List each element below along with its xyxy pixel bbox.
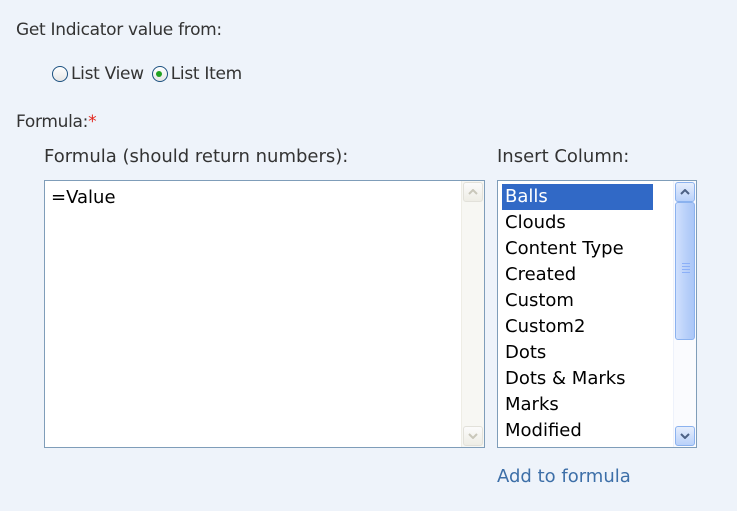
list-item[interactable]: Marks — [502, 392, 559, 418]
list-item[interactable]: Custom2 — [502, 314, 585, 340]
radio-list-view[interactable]: List View — [52, 64, 144, 84]
scroll-up-arrow-icon[interactable] — [675, 182, 695, 202]
list-item[interactable]: Content Type — [502, 236, 624, 262]
insert-column-listbox[interactable]: Balls Clouds Content Type Created Custom… — [497, 180, 697, 448]
list-item[interactable]: Dots — [502, 340, 546, 366]
radio-selected-icon[interactable] — [151, 66, 168, 82]
insert-column-header: Insert Column: — [497, 146, 630, 167]
list-item[interactable]: Dots & Marks — [502, 366, 626, 392]
formula-textarea[interactable]: =Value — [44, 180, 485, 448]
indicator-source-radio-group: List View List Item — [52, 64, 250, 84]
scroll-down-arrow-icon[interactable] — [463, 426, 483, 446]
radio-list-item[interactable]: List Item — [151, 64, 242, 84]
formula-textarea-scrollbar[interactable] — [461, 181, 484, 447]
radio-list-view-label[interactable]: List View — [71, 64, 144, 84]
radio-list-item-label[interactable]: List Item — [171, 64, 242, 84]
formula-settings-panel: Get Indicator value from: List View List… — [0, 0, 737, 511]
radio-unselected-icon[interactable] — [52, 66, 68, 82]
required-marker: * — [88, 112, 97, 132]
list-item[interactable]: Balls — [502, 184, 653, 210]
add-to-formula-link[interactable]: Add to formula — [497, 466, 631, 487]
scroll-up-arrow-icon[interactable] — [463, 182, 483, 202]
listbox-scrollbar[interactable] — [673, 181, 696, 447]
list-item[interactable]: Custom — [502, 288, 574, 314]
list-item[interactable]: Created — [502, 262, 576, 288]
listbox-scroll-thumb[interactable] — [675, 202, 695, 340]
scroll-down-arrow-icon[interactable] — [675, 426, 695, 446]
indicator-source-label: Get Indicator value from: — [16, 20, 222, 40]
formula-label: Formula:* — [16, 112, 97, 132]
list-item[interactable]: Clouds — [502, 210, 566, 236]
formula-editor-header: Formula (should return numbers): — [44, 146, 349, 167]
formula-textarea-value[interactable]: =Value — [51, 187, 116, 208]
list-item[interactable]: Modified — [502, 418, 582, 444]
